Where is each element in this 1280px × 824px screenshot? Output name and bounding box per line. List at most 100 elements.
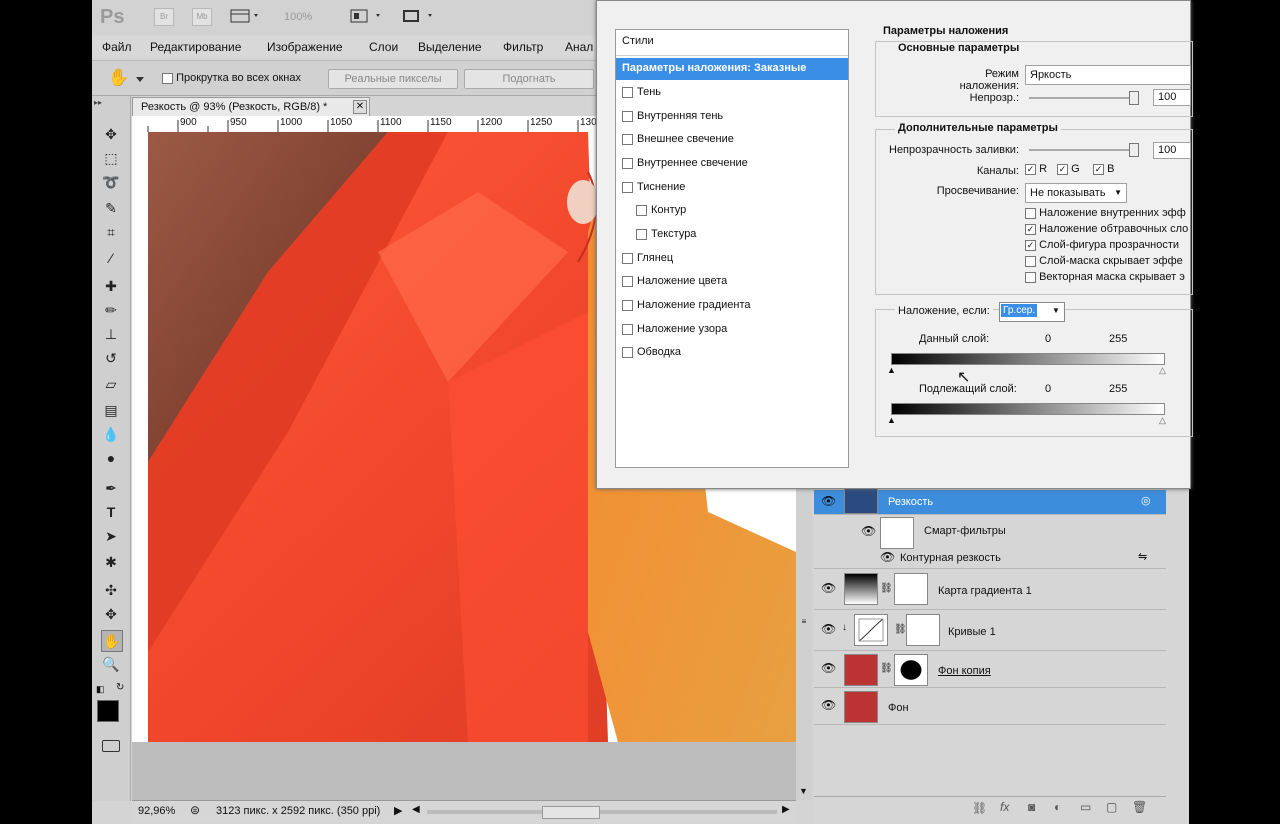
this-layer-black-slider[interactable]: ▲ [887, 365, 896, 375]
visibility-eye-icon[interactable]: 👁 [821, 622, 836, 636]
checkbox[interactable] [622, 299, 633, 311]
underlying-black-slider[interactable]: ▲ [887, 415, 896, 425]
adv-option[interactable]: Слой-маска скрывает эффе [1025, 255, 1183, 267]
mask-thumbnail[interactable] [906, 614, 940, 646]
checkbox[interactable] [636, 228, 647, 240]
style-item-outer-glow[interactable]: Внешнее свечение [622, 131, 734, 147]
scrollbar-grip-icon[interactable]: ≡ [799, 618, 809, 636]
fill-opacity-slider[interactable] [1029, 149, 1139, 151]
shape-tool-icon[interactable]: ✱ [101, 552, 121, 572]
layer-name[interactable]: Контурная резкость [900, 552, 1001, 564]
new-group-icon[interactable]: ▭ [1080, 800, 1091, 814]
zoom-percent[interactable]: 92,96% [138, 805, 175, 817]
checkbox[interactable] [622, 346, 633, 358]
fit-screen-button[interactable]: Подогнать [464, 69, 594, 89]
actual-pixels-button[interactable]: Реальные пикселы [328, 69, 458, 89]
close-document-icon[interactable]: ✕ [353, 100, 367, 114]
style-item-stroke[interactable]: Обводка [622, 344, 681, 360]
clone-stamp-tool-icon[interactable]: ⊥ [101, 324, 121, 344]
pen-tool-icon[interactable]: ✒ [101, 478, 121, 498]
scrollbar-thumb[interactable] [542, 806, 600, 819]
fill-opacity-input[interactable]: 100 [1153, 142, 1191, 159]
visibility-eye-icon[interactable]: 👁 [861, 524, 876, 538]
style-item-pattern-overlay[interactable]: Наложение узора [622, 321, 727, 337]
checkbox[interactable] [622, 181, 633, 193]
dodge-tool-icon[interactable]: ● [101, 448, 121, 468]
link-icon[interactable]: ⛓ [894, 624, 907, 635]
marquee-tool-icon[interactable]: ⬚ [101, 148, 121, 168]
visibility-eye-icon[interactable]: 👁 [821, 661, 836, 675]
crop-tool-icon[interactable]: ⌗ [101, 222, 121, 242]
link-icon[interactable]: ⛓ [880, 583, 893, 594]
knockout-select[interactable]: Не показывать ▼ [1025, 183, 1127, 203]
preset-dropdown-arrow-icon[interactable] [136, 74, 144, 86]
checkbox[interactable] [622, 133, 633, 145]
view-extras-button[interactable] [230, 9, 262, 23]
healing-brush-tool-icon[interactable]: ✚ [101, 276, 121, 296]
opacity-slider[interactable] [1029, 97, 1139, 99]
checkbox[interactable] [636, 204, 647, 216]
gradient-tool-icon[interactable]: ▤ [101, 400, 121, 420]
opacity-slider-handle[interactable] [1129, 91, 1139, 105]
3d-rotate-tool-icon[interactable]: ✣ [101, 580, 121, 600]
layer-name[interactable]: Кривые 1 [948, 626, 996, 638]
adv-option[interactable]: ✓ Наложение обтравочных сло [1025, 223, 1188, 235]
style-item-inner-glow[interactable]: Внутреннее свечение [622, 155, 748, 171]
vertical-scrollbar[interactable]: ≡ ▼ [796, 490, 812, 800]
collapse-panel-icon[interactable]: ▸▸ [94, 98, 102, 107]
quick-mask-icon[interactable] [102, 740, 120, 752]
scroll-all-windows-option[interactable]: Прокрутка во всех окнах [162, 72, 301, 84]
eraser-tool-icon[interactable]: ▱ [101, 374, 121, 394]
styles-header[interactable]: Стили [622, 35, 654, 47]
menu-filter[interactable]: Фильтр [503, 40, 543, 54]
blend-if-select[interactable]: Гр.сер. ▼ [999, 302, 1065, 322]
layer-name[interactable]: Резкость [888, 496, 933, 508]
swap-colors-icon[interactable]: ↻ [116, 682, 124, 693]
checkbox[interactable] [622, 252, 633, 264]
style-item-contour[interactable]: Контур [636, 202, 686, 218]
layer-row[interactable]: 👁 Смарт-фильтры [814, 514, 1166, 549]
horizontal-scrollbar[interactable] [427, 810, 777, 814]
menu-layer[interactable]: Слои [369, 40, 398, 54]
style-item-color-overlay[interactable]: Наложение цвета [622, 273, 727, 289]
default-colors-icon[interactable]: ◧ [96, 684, 105, 695]
blur-tool-icon[interactable]: 💧 [101, 424, 121, 444]
visibility-eye-icon[interactable]: 👁 [880, 550, 895, 564]
layer-row[interactable]: 👁 ⛓ Фон копия [814, 651, 1166, 688]
adjustment-layer-icon[interactable]: ◐ [1054, 800, 1061, 814]
underlying-gradient[interactable] [891, 403, 1165, 415]
checkbox[interactable] [622, 323, 633, 335]
scroll-left-arrow-icon[interactable]: ◀ [412, 804, 420, 815]
scroll-all-checkbox[interactable] [162, 72, 173, 84]
lasso-tool-icon[interactable]: ➰ [101, 172, 121, 192]
scroll-down-arrow-icon[interactable]: ▼ [799, 786, 808, 796]
fill-opacity-slider-handle[interactable] [1129, 143, 1139, 157]
styles-item-selected[interactable]: Параметры наложения: Заказные [616, 58, 848, 80]
type-tool-icon[interactable]: T [101, 502, 121, 522]
layer-row[interactable]: 👁 ⛓ Карта градиента 1 [814, 569, 1166, 610]
style-item-drop-shadow[interactable]: Тень [622, 84, 661, 100]
opacity-input[interactable]: 100 [1153, 89, 1191, 106]
eyedropper-tool-icon[interactable]: ⁄ [101, 248, 121, 268]
fx-icon[interactable]: fx [1000, 800, 1009, 814]
smart-filter-mask-thumbnail[interactable] [880, 517, 914, 549]
mask-thumbnail[interactable] [894, 654, 928, 686]
foreground-color-swatch[interactable] [97, 700, 119, 722]
path-selection-tool-icon[interactable]: ➤ [101, 526, 121, 546]
underlying-white-slider[interactable]: △ [1159, 415, 1166, 426]
new-layer-icon[interactable]: ▢ [1106, 800, 1117, 814]
this-layer-gradient[interactable] [891, 353, 1165, 365]
screen-mode-button[interactable] [402, 9, 438, 23]
layer-name[interactable]: Фон [888, 702, 909, 714]
visibility-eye-icon[interactable]: 👁 [821, 581, 836, 595]
layer-row[interactable]: 👁 Контурная резкость ⇋ [814, 548, 1166, 569]
filter-options-icon[interactable]: ⇋ [1138, 550, 1147, 563]
menu-analysis[interactable]: Анал [565, 40, 593, 54]
link-layers-icon[interactable]: ⛓ [972, 801, 987, 815]
link-icon[interactable]: ⛓ [880, 663, 893, 674]
checkbox[interactable] [622, 86, 633, 98]
layer-row[interactable]: 👁 ↓ ⛓ Кривые 1 [814, 610, 1166, 651]
3d-camera-tool-icon[interactable]: ✥ [101, 604, 121, 624]
menu-image[interactable]: Изображение [267, 40, 343, 54]
brush-tool-icon[interactable]: ✏ [101, 300, 121, 320]
